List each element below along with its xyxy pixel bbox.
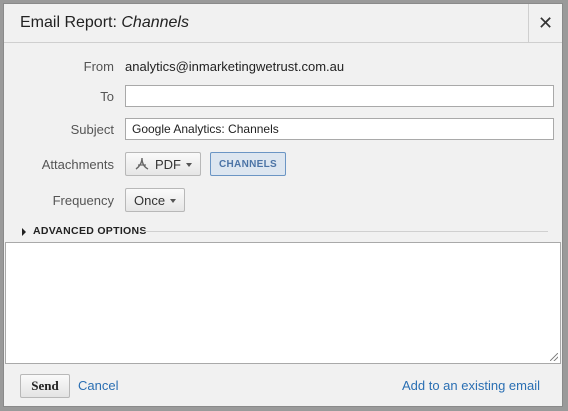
close-button[interactable]: ✕ [528, 4, 562, 42]
from-row: From analytics@inmarketingwetrust.com.au [4, 54, 562, 80]
to-input[interactable] [125, 85, 554, 107]
dialog-title: Email Report: Channels [20, 14, 189, 31]
subject-row: Subject [4, 117, 562, 143]
frequency-dropdown[interactable]: Once [125, 188, 186, 212]
dialog-titlebar: Email Report: Channels ✕ [4, 4, 562, 43]
attachments-row: Attachments PDF CHANNELS [4, 152, 562, 178]
attachments-label: Attachments [41, 157, 114, 172]
cancel-link[interactable]: Cancel [78, 378, 118, 393]
to-row: To [4, 84, 562, 110]
chevron-down-icon [170, 198, 177, 203]
dialog-footer: Send Cancel Add to an existing email [4, 366, 562, 406]
frequency-label: Frequency [52, 193, 114, 208]
message-textarea[interactable] [5, 242, 561, 364]
resize-handle-icon[interactable] [550, 353, 558, 361]
to-label: To [100, 89, 114, 104]
from-value: analytics@inmarketingwetrust.com.au [125, 59, 345, 74]
frequency-value: Once [134, 192, 166, 208]
advanced-options-label: ADVANCED OPTIONS [33, 225, 147, 237]
divider [144, 231, 548, 232]
triangle-right-icon [22, 228, 26, 236]
dialog-title-report-name: Channels [121, 14, 189, 31]
subject-input[interactable] [125, 118, 554, 140]
close-icon: ✕ [537, 12, 554, 33]
attachment-chip-channels[interactable]: CHANNELS [210, 152, 286, 176]
subject-label: Subject [70, 122, 114, 137]
add-to-existing-email-link[interactable]: Add to an existing email [402, 378, 540, 393]
attachment-format-label: PDF [155, 156, 181, 172]
pdf-icon [135, 157, 149, 170]
frequency-row: Frequency Once [4, 188, 562, 214]
advanced-options-toggle[interactable]: ADVANCED OPTIONS [20, 224, 548, 240]
send-button[interactable]: Send [20, 374, 70, 398]
chevron-down-icon [186, 162, 192, 167]
from-label: From [83, 59, 114, 74]
email-report-dialog: Email Report: Channels ✕ From analytics@… [3, 3, 563, 407]
attachment-format-dropdown[interactable]: PDF [125, 152, 201, 176]
